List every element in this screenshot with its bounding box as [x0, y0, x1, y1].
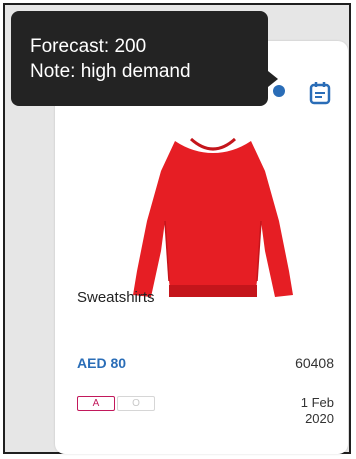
badge-group: A O — [77, 396, 155, 411]
product-date: 1 Feb 2020 — [301, 395, 334, 427]
tooltip-forecast: Forecast: 200 — [30, 36, 147, 57]
date-year: 2020 — [305, 411, 334, 426]
product-image[interactable] — [113, 101, 313, 301]
forecast-tooltip: Forecast: 200 Note: high demand — [11, 11, 278, 106]
badge-o[interactable]: O — [117, 396, 155, 411]
date-day-month: 1 Feb — [300, 395, 334, 410]
tooltip-note: Note: high demand — [30, 61, 191, 82]
badge-a[interactable]: A — [77, 396, 115, 411]
product-name: Sweatshirts — [77, 289, 155, 306]
product-price: AED 80 — [77, 355, 127, 371]
product-code: 60408 — [295, 355, 334, 371]
